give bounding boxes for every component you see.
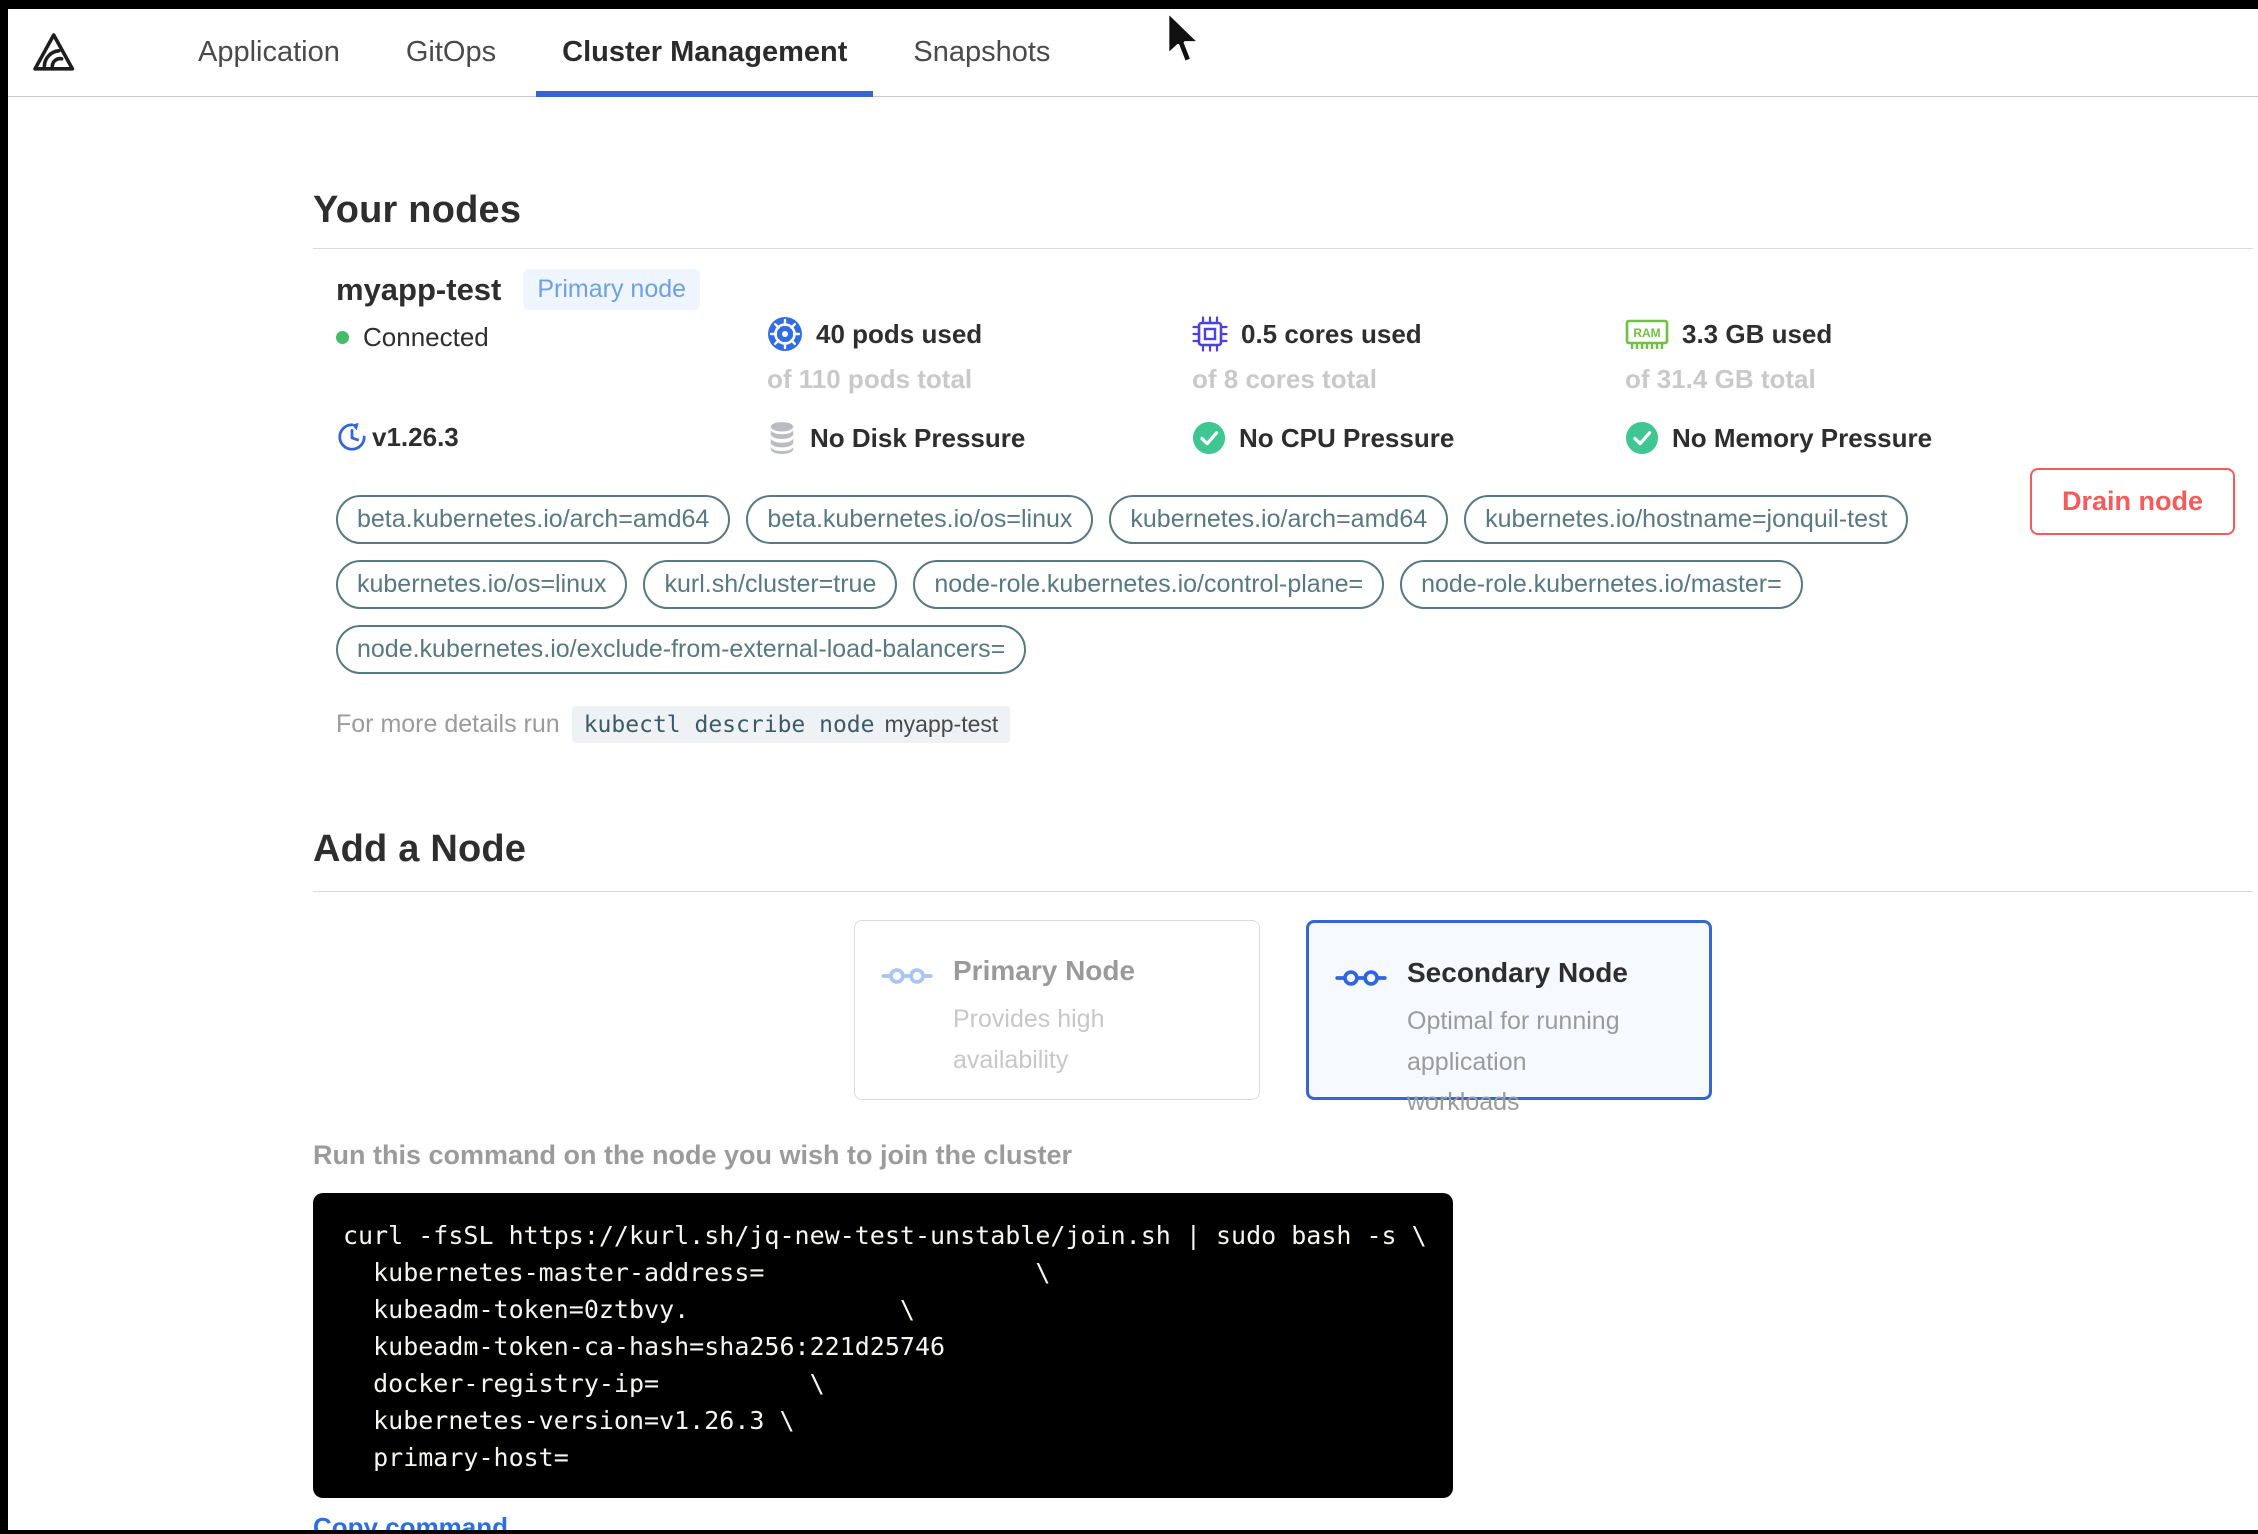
nodes-icon — [881, 965, 933, 1099]
connected-dot-icon — [336, 331, 349, 344]
memory-used-label: 3.3 GB used — [1682, 318, 1833, 349]
active-tab-underline — [536, 91, 874, 97]
kubectl-command-node-name: myapp-test — [884, 711, 999, 737]
join-command-line: docker-registry-ip= \ — [343, 1369, 825, 1398]
cpu-icon — [1192, 316, 1228, 352]
kubectl-command-chip: kubectl describe node myapp-test — [571, 706, 1011, 743]
node-label-pill: kubernetes.io/hostname=jonquil-test — [1464, 495, 1909, 544]
check-circle-icon — [1192, 421, 1226, 455]
node-card: myapp-test Primary node Connected 40 pod… — [313, 269, 2253, 743]
node-label-pill: beta.kubernetes.io/os=linux — [746, 495, 1094, 544]
nodes-icon — [1335, 967, 1387, 1097]
tab-application-label: Application — [198, 36, 340, 68]
primary-node-option-description: Provides high availability — [953, 1005, 1105, 1074]
kubernetes-pods-icon — [767, 316, 803, 352]
node-version-label: v1.26.3 — [372, 421, 459, 452]
nav-tabs: Application GitOps Cluster Management Sn… — [172, 9, 1090, 97]
node-title-row: myapp-test Primary node — [336, 269, 2253, 310]
tab-gitops[interactable]: GitOps — [380, 9, 522, 96]
svg-text:RAM: RAM — [1633, 326, 1660, 340]
main-content: Your nodes myapp-test Primary node Conne… — [313, 189, 2253, 1530]
node-name: myapp-test — [336, 271, 502, 307]
memory-pressure-label: No Memory Pressure — [1672, 422, 1933, 453]
node-label-pill: kubernetes.io/arch=amd64 — [1109, 495, 1449, 544]
copy-command-link[interactable]: Copy command — [313, 1512, 508, 1530]
tab-gitops-label: GitOps — [405, 36, 497, 68]
node-label-pill: kubernetes.io/os=linux — [336, 560, 628, 609]
pods-stat: 40 pods used of 110 pods total — [767, 316, 1192, 395]
memory-pressure-condition: No Memory Pressure — [1625, 421, 2253, 455]
node-label-pill: node-role.kubernetes.io/master= — [1400, 560, 1803, 609]
primary-node-option-title: Primary Node — [953, 955, 1136, 986]
add-node-title: Add a Node — [313, 828, 527, 870]
top-navbar: Application GitOps Cluster Management Sn… — [8, 9, 2258, 97]
version-icon — [336, 421, 368, 453]
join-command-line: kubernetes-version=v1.26.3 \ — [343, 1406, 795, 1435]
details-prefix: For more details run — [336, 710, 560, 738]
tab-snapshots-label: Snapshots — [913, 36, 1051, 68]
join-command-instruction: Run this command on the node you wish to… — [313, 1140, 1073, 1170]
disk-pressure-label: No Disk Pressure — [810, 422, 1026, 453]
secondary-node-option[interactable]: Secondary Node Optimal for running appli… — [1306, 920, 1712, 1116]
primary-node-option[interactable]: Primary Node Provides high availability — [854, 920, 1260, 1100]
node-version: v1.26.3 — [336, 421, 767, 453]
node-label-pill: node-role.kubernetes.io/control-plane= — [913, 560, 1385, 609]
node-label-pill: kurl.sh/cluster=true — [643, 560, 898, 609]
secondary-node-option-description: Optimal for running application workload… — [1407, 1007, 1620, 1116]
kubectl-command: kubectl describe node — [583, 711, 875, 738]
node-label-pill: beta.kubernetes.io/arch=amd64 — [336, 495, 731, 544]
pods-used-label: 40 pods used — [816, 318, 983, 349]
join-command-line: kubernetes-master-address= \ — [343, 1258, 1051, 1287]
drain-node-button[interactable]: Drain node — [2029, 468, 2235, 535]
node-labels: beta.kubernetes.io/arch=amd64 beta.kuber… — [336, 495, 2036, 674]
node-details-hint: For more details run kubectl describe no… — [336, 706, 2253, 743]
secondary-node-option-text: Secondary Node Optimal for running appli… — [1407, 957, 1642, 1116]
cpu-pressure-condition: No CPU Pressure — [1192, 421, 1625, 455]
tab-application[interactable]: Application — [172, 9, 366, 96]
join-command-line: primary-host= — [343, 1443, 569, 1472]
node-status-label: Connected — [363, 322, 489, 352]
cores-stat: 0.5 cores used of 8 cores total — [1192, 316, 1625, 395]
secondary-node-option-title: Secondary Node — [1407, 957, 1628, 988]
node-label-pill: node.kubernetes.io/exclude-from-external… — [336, 625, 1027, 674]
primary-node-badge: Primary node — [523, 269, 701, 310]
ram-icon: RAM — [1625, 316, 1669, 352]
memory-stat: RAM 3.3 GB used of 31.4 GB total — [1625, 316, 2253, 395]
node-type-options: Primary Node Provides high availability — [313, 920, 2253, 1116]
join-command-line: kubeadm-token-ca-hash=sha256:221d25746 — [343, 1332, 946, 1361]
join-command-line: curl -fsSL https://kurl.sh/jq-new-test-u… — [343, 1221, 1427, 1250]
tab-cluster-management[interactable]: Cluster Management — [536, 9, 874, 97]
node-status: Connected — [336, 322, 767, 353]
tab-cluster-management-label: Cluster Management — [562, 36, 848, 68]
disk-pressure-condition: No Disk Pressure — [767, 421, 1192, 455]
your-nodes-title: Your nodes — [313, 189, 522, 231]
primary-node-option-text: Primary Node Provides high availability — [953, 955, 1188, 1099]
cores-used-label: 0.5 cores used — [1241, 318, 1422, 349]
join-command-line: kubeadm-token=0ztbvy. \ — [343, 1295, 915, 1324]
memory-total-label: of 31.4 GB total — [1625, 364, 1816, 394]
cores-total-label: of 8 cores total — [1192, 364, 1377, 394]
check-circle-icon — [1625, 421, 1659, 455]
pods-total-label: of 110 pods total — [767, 364, 973, 394]
your-nodes-header: Your nodes — [313, 189, 2253, 249]
replicated-logo-icon[interactable] — [30, 30, 76, 76]
node-stats-grid: Connected 40 pods used of 110 pods total… — [336, 316, 2253, 455]
cpu-pressure-label: No CPU Pressure — [1239, 422, 1455, 453]
add-node-header: Add a Node — [313, 828, 2253, 892]
admin-console-window: Application GitOps Cluster Management Sn… — [8, 9, 2258, 1530]
tab-snapshots[interactable]: Snapshots — [887, 9, 1076, 96]
join-command-block: curl -fsSL https://kurl.sh/jq-new-test-u… — [313, 1193, 1453, 1498]
disk-icon — [767, 421, 797, 455]
